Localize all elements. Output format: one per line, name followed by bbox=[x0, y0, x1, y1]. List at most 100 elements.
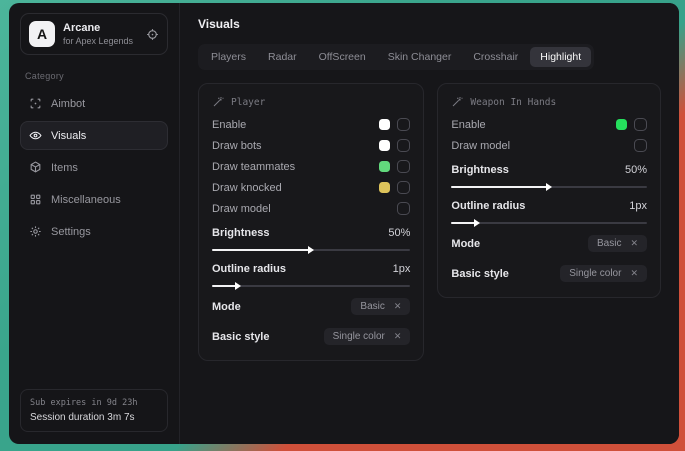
tag-value: Basic bbox=[360, 301, 384, 312]
desktop-background: { "desktop": { "teal_color": "#3aa58c", … bbox=[0, 0, 685, 451]
panel-title: Player bbox=[231, 97, 265, 108]
tag-value: Basic bbox=[597, 238, 621, 249]
toggle-row: Draw knocked bbox=[212, 177, 410, 198]
color-swatch[interactable] bbox=[379, 119, 390, 130]
toggle-label: Enable bbox=[451, 119, 485, 131]
panel-header: Weapon In Hands bbox=[451, 96, 647, 108]
slider-section: Outline radius1px bbox=[212, 260, 410, 287]
checkbox[interactable] bbox=[397, 202, 410, 215]
box-icon bbox=[29, 161, 42, 174]
sidebar-item-settings[interactable]: Settings bbox=[20, 217, 168, 246]
sidebar: A Arcane for Apex Legends Category Aimbo… bbox=[9, 3, 180, 444]
brand-card: A Arcane for Apex Legends bbox=[20, 13, 168, 55]
tab-radar[interactable]: Radar bbox=[258, 47, 307, 67]
tag-pill[interactable]: Single color ✕ bbox=[560, 265, 647, 282]
toggle-row: Draw bots bbox=[212, 135, 410, 156]
slider-section: Brightness50% bbox=[451, 161, 647, 188]
sidebar-item-label: Aimbot bbox=[51, 98, 85, 110]
slider-thumb[interactable] bbox=[235, 282, 241, 290]
tab-bar: PlayersRadarOffScreenSkin ChangerCrossha… bbox=[198, 44, 594, 70]
session-card: Sub expires in 9d 23h Session duration 3… bbox=[20, 389, 168, 432]
crosshair-icon bbox=[29, 97, 42, 110]
toggle-controls bbox=[616, 118, 647, 131]
close-icon[interactable]: ✕ bbox=[394, 332, 402, 341]
eye-icon bbox=[29, 129, 42, 142]
checkbox[interactable] bbox=[397, 181, 410, 194]
app-logo: A bbox=[29, 21, 55, 47]
checkbox[interactable] bbox=[397, 118, 410, 131]
toggle-row: Draw model bbox=[451, 135, 647, 156]
slider-track[interactable] bbox=[451, 222, 647, 224]
tag-row: Basic style Single color ✕ bbox=[451, 263, 647, 284]
toggle-controls bbox=[379, 139, 410, 152]
slider-track[interactable] bbox=[212, 249, 410, 251]
toggle-label: Draw model bbox=[212, 203, 271, 215]
slider-header: Brightness50% bbox=[212, 224, 410, 241]
close-icon[interactable]: ✕ bbox=[630, 269, 638, 278]
app-subtitle: for Apex Legends bbox=[63, 37, 133, 46]
app-window: A Arcane for Apex Legends Category Aimbo… bbox=[9, 3, 679, 444]
session-duration-text: Session duration 3m 7s bbox=[30, 412, 158, 423]
tag-value: Single color bbox=[569, 268, 621, 279]
panel-header: Player bbox=[212, 96, 410, 108]
sidebar-item-items[interactable]: Items bbox=[20, 153, 168, 182]
toggle-label: Enable bbox=[212, 119, 246, 131]
toggle-controls bbox=[379, 118, 410, 131]
tag-row-label: Mode bbox=[451, 238, 480, 250]
slider-thumb[interactable] bbox=[308, 246, 314, 254]
tab-crosshair[interactable]: Crosshair bbox=[463, 47, 528, 67]
tab-skin-changer[interactable]: Skin Changer bbox=[378, 47, 462, 67]
color-swatch[interactable] bbox=[616, 119, 627, 130]
category-label: Category bbox=[25, 71, 168, 81]
tag-row-label: Basic style bbox=[451, 268, 508, 280]
slider-label: Outline radius bbox=[212, 263, 286, 275]
close-icon[interactable]: ✕ bbox=[630, 239, 638, 248]
toggle-controls bbox=[634, 139, 647, 152]
color-swatch[interactable] bbox=[379, 140, 390, 151]
checkbox[interactable] bbox=[634, 118, 647, 131]
tag-pill[interactable]: Basic ✕ bbox=[351, 298, 410, 315]
sidebar-item-visuals[interactable]: Visuals bbox=[20, 121, 168, 150]
toggle-label: Draw knocked bbox=[212, 182, 282, 194]
wand-icon bbox=[212, 96, 224, 108]
sidebar-item-label: Visuals bbox=[51, 130, 86, 142]
sidebar-nav: Aimbot Visuals Items Miscellaneous Settings bbox=[20, 86, 168, 246]
color-swatch[interactable] bbox=[379, 161, 390, 172]
slider-track[interactable] bbox=[212, 285, 410, 287]
panel-player: Player Enable Draw bots Draw teammates Draw … bbox=[198, 83, 424, 361]
app-title: Arcane bbox=[63, 23, 133, 34]
sidebar-item-miscellaneous[interactable]: Miscellaneous bbox=[20, 185, 168, 214]
toggle-label: Draw teammates bbox=[212, 161, 295, 173]
checkbox[interactable] bbox=[397, 160, 410, 173]
toggle-row: Enable bbox=[451, 114, 647, 135]
checkbox[interactable] bbox=[397, 139, 410, 152]
tag-pill[interactable]: Basic ✕ bbox=[588, 235, 647, 252]
close-icon[interactable]: ✕ bbox=[394, 302, 402, 311]
sidebar-item-aimbot[interactable]: Aimbot bbox=[20, 89, 168, 118]
tag-value: Single color bbox=[333, 331, 385, 342]
target-icon[interactable] bbox=[146, 28, 159, 41]
toggle-row: Draw model bbox=[212, 198, 410, 219]
slider-thumb[interactable] bbox=[546, 183, 552, 191]
slider-fill bbox=[451, 186, 549, 188]
main-content: Visuals PlayersRadarOffScreenSkin Change… bbox=[180, 3, 679, 444]
brand-text: Arcane for Apex Legends bbox=[63, 23, 133, 46]
slider-track[interactable] bbox=[451, 186, 647, 188]
grid-icon bbox=[29, 193, 42, 206]
panel-title: Weapon In Hands bbox=[470, 97, 556, 108]
slider-fill bbox=[212, 249, 311, 251]
color-swatch[interactable] bbox=[379, 182, 390, 193]
tab-highlight[interactable]: Highlight bbox=[530, 47, 591, 67]
toggle-controls bbox=[397, 202, 410, 215]
slider-value: 50% bbox=[625, 164, 647, 176]
checkbox[interactable] bbox=[634, 139, 647, 152]
toggle-controls bbox=[379, 160, 410, 173]
gear-icon bbox=[29, 225, 42, 238]
slider-header: Outline radius1px bbox=[451, 197, 647, 214]
tag-pill[interactable]: Single color ✕ bbox=[324, 328, 411, 345]
sidebar-item-label: Items bbox=[51, 162, 78, 174]
tab-players[interactable]: Players bbox=[201, 47, 256, 67]
toggle-label: Draw model bbox=[451, 140, 510, 152]
slider-thumb[interactable] bbox=[474, 219, 480, 227]
tab-offscreen[interactable]: OffScreen bbox=[309, 47, 376, 67]
